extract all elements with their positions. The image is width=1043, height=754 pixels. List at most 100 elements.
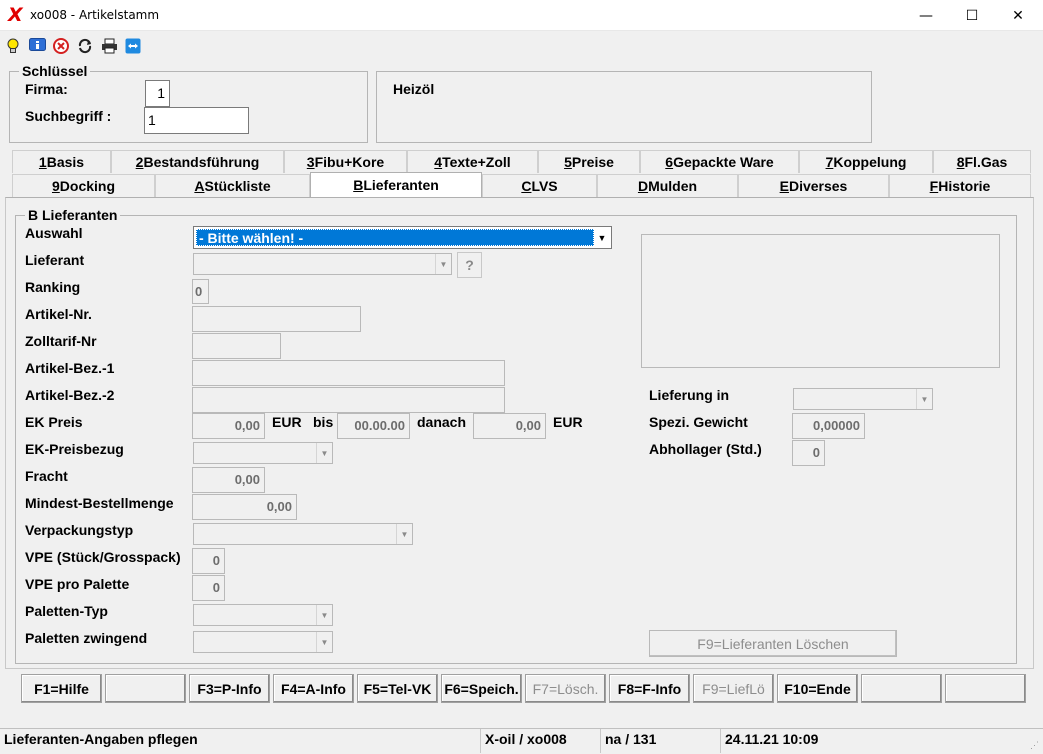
vpe-palette-field[interactable]: 0: [192, 575, 225, 601]
chevron-down-icon: ▼: [316, 605, 332, 625]
spezi-gewicht-label: Spezi. Gewicht: [649, 414, 748, 430]
auswahl-label: Auswahl: [25, 225, 83, 241]
product-name: Heizöl: [393, 81, 435, 97]
f8-f-info-button[interactable]: F8=F-Info: [609, 674, 690, 703]
f9-liefloesch-button[interactable]: F9=LiefLö: [693, 674, 774, 703]
tab-basis[interactable]: 1 Basis: [12, 150, 111, 173]
tab-stueckliste[interactable]: A Stückliste: [155, 174, 310, 197]
f10-end-button[interactable]: F10=Ende: [777, 674, 858, 703]
paletten-zwingend-select[interactable]: ▼: [193, 631, 333, 653]
artikel-bez1-label: Artikel-Bez.-1: [25, 360, 115, 376]
tab-lieferanten[interactable]: B Lieferanten: [310, 172, 482, 197]
tab-gepackte-ware[interactable]: 6 Gepackte Ware: [640, 150, 799, 173]
f6-save-button[interactable]: F6=Speich.: [441, 674, 522, 703]
tab-label: Historie: [938, 178, 991, 194]
tab-key: F: [929, 178, 939, 194]
tab-label: Diverses: [788, 178, 848, 194]
status-user: na / 131: [600, 729, 720, 753]
tab-key: 5: [564, 154, 572, 170]
eur-label-2: EUR: [553, 414, 583, 430]
chevron-down-icon: ▼: [316, 443, 332, 463]
artikel-bez1-field[interactable]: [192, 360, 505, 386]
info-panel: [641, 234, 1000, 368]
f3-p-info-button[interactable]: F3=P-Info: [189, 674, 270, 703]
f4-a-info-button[interactable]: F4=A-Info: [273, 674, 354, 703]
spezi-gewicht-field[interactable]: 0,00000: [792, 413, 865, 439]
search-label: Suchbegriff :: [25, 108, 112, 124]
danach-price-field[interactable]: 0,00: [473, 413, 546, 439]
f11-empty-button[interactable]: [861, 674, 942, 703]
tab-fibu-kore[interactable]: 3 Fibu+Kore: [284, 150, 407, 173]
auswahl-selected-value: - Bitte wählen! -: [196, 229, 594, 246]
status-datetime: 24.11.21 10:09: [720, 729, 1020, 753]
tab-key: 1: [38, 154, 47, 170]
lieferant-select[interactable]: ▼: [193, 253, 452, 275]
fracht-field[interactable]: 0,00: [192, 467, 265, 493]
minimize-button[interactable]: —: [903, 0, 949, 31]
refresh-icon[interactable]: [76, 37, 94, 55]
cancel-icon[interactable]: [52, 37, 70, 55]
vpe-palette-label: VPE pro Palette: [25, 576, 130, 592]
lightbulb-icon[interactable]: [4, 37, 22, 55]
tab-key: C: [521, 178, 532, 194]
key-legend: Schlüssel: [19, 64, 91, 78]
artikelnr-label: Artikel-Nr.: [25, 306, 92, 322]
ek-preis-field[interactable]: 0,00: [192, 413, 265, 439]
chevron-down-icon: ▼: [916, 389, 932, 409]
tab-fl-gas[interactable]: 8 Fl.Gas: [933, 150, 1031, 173]
tab-label: Preise: [571, 154, 614, 170]
tab-label: Koppelung: [833, 154, 907, 170]
tab-key: 8: [956, 154, 965, 170]
ek-preisbezug-label: EK-Preisbezug: [25, 441, 124, 457]
vpe-label: VPE (Stück/Grosspack): [25, 549, 181, 565]
vpe-field[interactable]: 0: [192, 548, 225, 574]
f7-delete-button[interactable]: F7=Lösch.: [525, 674, 606, 703]
danach-label: danach: [417, 414, 467, 430]
f12-empty-button[interactable]: [945, 674, 1026, 703]
tab-key: B: [353, 177, 364, 193]
artikel-bez2-field[interactable]: [192, 387, 505, 413]
lieferung-in-select[interactable]: ▼: [793, 388, 933, 410]
chevron-down-icon: ▼: [396, 524, 412, 544]
maximize-button[interactable]: ☐: [949, 0, 995, 31]
close-button[interactable]: ✕: [995, 0, 1041, 31]
tab-lvs[interactable]: C LVS: [482, 174, 597, 197]
f1-help-button[interactable]: F1=Hilfe: [21, 674, 102, 703]
paletten-typ-select[interactable]: ▼: [193, 604, 333, 626]
artikelnr-field[interactable]: [192, 306, 361, 332]
mindest-bestellmenge-field[interactable]: 0,00: [192, 494, 297, 520]
ranking-field[interactable]: 0: [192, 279, 209, 304]
tab-texte-zoll[interactable]: 4 Texte+Zoll: [407, 150, 538, 173]
tab-key: E: [779, 178, 789, 194]
mindest-bestellmenge-label: Mindest-Bestellmenge: [25, 495, 174, 511]
chevron-down-icon[interactable]: ▼: [594, 228, 610, 247]
tab-diverses[interactable]: E Diverses: [738, 174, 889, 197]
resize-grip-icon[interactable]: ⋰: [1030, 740, 1042, 752]
tab-koppelung[interactable]: 7 Koppelung: [799, 150, 933, 173]
auswahl-select[interactable]: - Bitte wählen! - ▼: [193, 226, 612, 249]
f2-empty-button[interactable]: [105, 674, 186, 703]
verpackungstyp-select[interactable]: ▼: [193, 523, 413, 545]
paletten-zwingend-label: Paletten zwingend: [25, 630, 148, 646]
bis-date-field[interactable]: 00.00.00: [337, 413, 410, 439]
tab-docking[interactable]: 9 Docking: [12, 174, 155, 197]
lieferant-help-button[interactable]: ?: [457, 252, 482, 278]
tab-bestandsfuehrung[interactable]: 2 Bestandsführung: [111, 150, 284, 173]
window-title: xo008 - Artikelstamm: [30, 8, 160, 22]
tab-mulden[interactable]: D Mulden: [597, 174, 738, 197]
tab-historie[interactable]: F Historie: [889, 174, 1031, 197]
firma-input[interactable]: 1: [145, 80, 170, 107]
tab-key: 9: [51, 178, 60, 194]
zolltarif-field[interactable]: [192, 333, 281, 359]
tab-preise[interactable]: 5 Preise: [538, 150, 640, 173]
ek-preisbezug-select[interactable]: ▼: [193, 442, 333, 464]
print-icon[interactable]: [100, 37, 118, 55]
teamviewer-icon[interactable]: [124, 37, 142, 55]
info-icon[interactable]: [28, 37, 46, 55]
abhollager-field[interactable]: 0: [792, 440, 825, 466]
f5-tel-vk-button[interactable]: F5=Tel-VK: [357, 674, 438, 703]
search-input[interactable]: 1: [144, 107, 249, 134]
tab-key: 7: [825, 154, 834, 170]
delete-supplier-button[interactable]: F9=Lieferanten Löschen: [649, 630, 897, 657]
eur-label: EUR: [272, 414, 302, 430]
